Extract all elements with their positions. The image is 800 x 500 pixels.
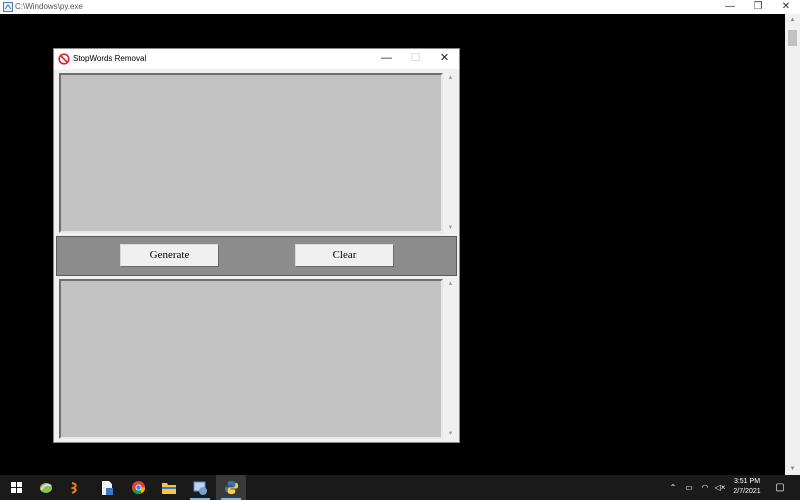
console-scroll-thumb[interactable] bbox=[788, 30, 797, 46]
app-maximize-button: ☐ bbox=[410, 52, 421, 64]
stopwords-window: StopWords Removal — ☐ ✕ ▲ ▼ Generate Cle… bbox=[53, 48, 460, 443]
python-icon bbox=[224, 480, 238, 495]
app-title: StopWords Removal bbox=[73, 54, 147, 63]
generate-button[interactable]: Generate bbox=[120, 244, 219, 267]
taskbar-app-document[interactable] bbox=[92, 475, 122, 500]
orange-app-icon bbox=[70, 481, 77, 494]
console-titlebar[interactable]: C:\Windows\py.exe — ❐ ✕ bbox=[0, 0, 800, 14]
taskbar: ⌃ ▭ ◠ ◁× 3:51 PM 2/7/2021 ▢ bbox=[0, 475, 800, 500]
clock-date: 2/7/2021 bbox=[733, 488, 761, 495]
console-scrollbar[interactable]: ▲ ▼ bbox=[785, 14, 800, 475]
input-text-area[interactable] bbox=[59, 73, 443, 233]
taskbar-clock[interactable]: 3:51 PM 2/7/2021 bbox=[726, 477, 768, 497]
app-minimize-button[interactable]: — bbox=[372, 49, 401, 69]
taskbar-app-swirl[interactable] bbox=[31, 475, 61, 500]
swirl-app-icon bbox=[40, 482, 52, 493]
notification-icon[interactable]: ▢ bbox=[772, 475, 788, 500]
chrome-icon bbox=[131, 480, 145, 495]
system-app-icon bbox=[193, 481, 207, 495]
document-icon bbox=[102, 480, 113, 495]
scroll-down-arrow-icon[interactable]: ▼ bbox=[785, 463, 800, 475]
prohibited-icon bbox=[58, 53, 70, 65]
scroll-down-arrow-icon[interactable]: ▼ bbox=[444, 429, 457, 439]
taskbar-python[interactable] bbox=[216, 475, 246, 500]
clear-button[interactable]: Clear bbox=[295, 244, 394, 267]
windows-icon bbox=[10, 482, 22, 493]
clock-time: 3:51 PM bbox=[733, 478, 761, 485]
console-close-button[interactable]: ✕ bbox=[772, 0, 800, 14]
taskbar-chrome[interactable] bbox=[123, 475, 153, 500]
console-restore-button[interactable]: ❐ bbox=[744, 0, 772, 14]
folder-icon bbox=[162, 482, 176, 494]
scroll-up-arrow-icon[interactable]: ▲ bbox=[444, 73, 457, 83]
output-text-area[interactable] bbox=[59, 279, 443, 439]
taskbar-file-explorer[interactable] bbox=[154, 475, 184, 500]
wifi-icon[interactable]: ◠ bbox=[698, 475, 712, 500]
python-launcher-icon bbox=[3, 2, 13, 12]
start-button[interactable] bbox=[1, 475, 31, 500]
show-hidden-icons-button[interactable]: ⌃ bbox=[666, 475, 680, 500]
scroll-up-arrow-icon[interactable]: ▲ bbox=[444, 279, 457, 289]
console-title: C:\Windows\py.exe bbox=[15, 2, 83, 11]
taskbar-app-orange[interactable] bbox=[61, 475, 91, 500]
button-bar: Generate Clear bbox=[56, 236, 457, 276]
output-scrollbar[interactable]: ▲ ▼ bbox=[444, 279, 457, 439]
app-titlebar[interactable]: StopWords Removal — ☐ ✕ bbox=[54, 49, 459, 69]
battery-icon[interactable]: ▭ bbox=[682, 475, 696, 500]
app-close-button[interactable]: ✕ bbox=[430, 49, 459, 69]
taskbar-app-system[interactable] bbox=[185, 475, 215, 500]
console-minimize-button[interactable]: — bbox=[716, 0, 744, 14]
input-scrollbar[interactable]: ▲ ▼ bbox=[444, 73, 457, 233]
scroll-down-arrow-icon[interactable]: ▼ bbox=[444, 223, 457, 233]
scroll-up-arrow-icon[interactable]: ▲ bbox=[785, 14, 800, 26]
